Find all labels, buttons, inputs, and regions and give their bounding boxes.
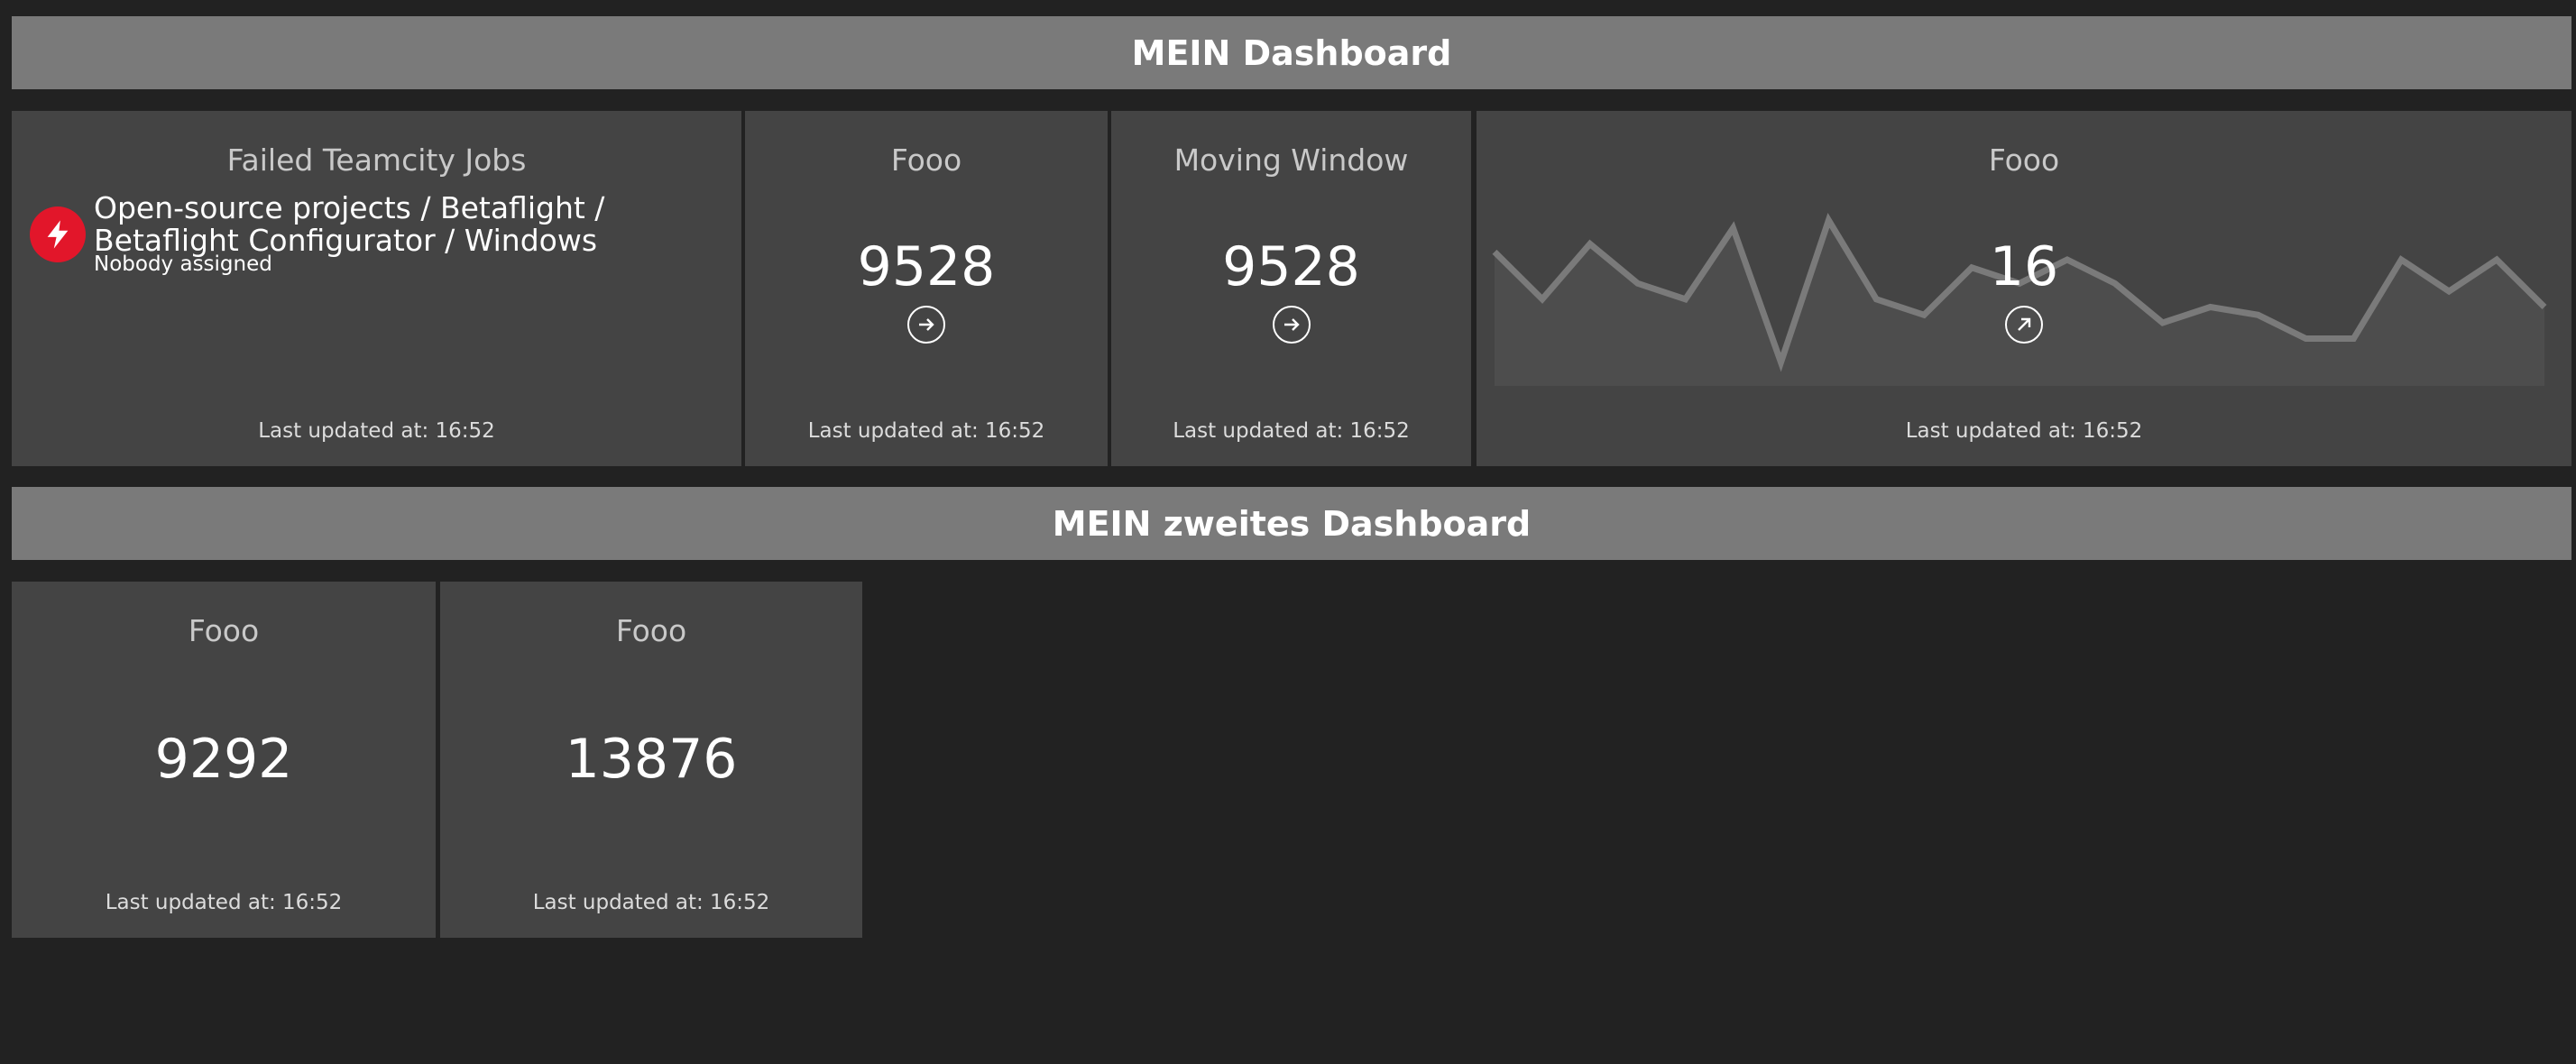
arrow-right-icon bbox=[907, 306, 945, 344]
widget-value: 16 bbox=[1989, 235, 2059, 298]
widget-fooo-number[interactable]: Fooo 9528 Last updated at: 16:52 bbox=[745, 111, 1108, 466]
widget-title: Fooo bbox=[615, 613, 687, 648]
lightning-bolt-icon bbox=[30, 206, 86, 262]
last-updated: Last updated at: 16:52 bbox=[807, 419, 1045, 443]
widget-title: Fooo bbox=[1988, 142, 2060, 178]
widget-value: 9528 bbox=[1222, 235, 1360, 298]
last-updated: Last updated at: 16:52 bbox=[258, 419, 495, 443]
dashboard-title: MEIN Dashboard bbox=[1131, 32, 1452, 73]
widget-title: Fooo bbox=[890, 142, 962, 178]
widget-fooo-graph[interactable]: Fooo 16 Last updated at: 16:52 bbox=[1477, 111, 2571, 466]
arrow-right-icon bbox=[1272, 306, 1311, 344]
widget-fooo-a[interactable]: Fooo 9292 Last updated at: 16:52 bbox=[12, 582, 436, 938]
dashboard-title: MEIN zweites Dashboard bbox=[1052, 503, 1532, 544]
last-updated: Last updated at: 16:52 bbox=[105, 891, 343, 914]
last-updated: Last updated at: 16:52 bbox=[1905, 419, 2143, 443]
dashboard-header-2: MEIN zweites Dashboard bbox=[12, 487, 2571, 560]
job-name[interactable]: Open-source projects / Betaflight / Beta… bbox=[94, 192, 741, 257]
widget-title: Failed Teamcity Jobs bbox=[226, 142, 527, 178]
widget-value: 9528 bbox=[857, 235, 996, 298]
widget-fooo-b[interactable]: Fooo 13876 Last updated at: 16:52 bbox=[440, 582, 862, 938]
last-updated: Last updated at: 16:52 bbox=[1173, 419, 1410, 443]
arrow-up-right-icon bbox=[2005, 306, 2043, 344]
widget-value: 9292 bbox=[154, 728, 293, 791]
widget-failed-jobs[interactable]: Failed Teamcity Jobs Open-source project… bbox=[12, 111, 741, 466]
widget-title: Fooo bbox=[188, 613, 260, 648]
widget-title: Moving Window bbox=[1173, 142, 1409, 178]
widget-moving-window[interactable]: Moving Window 9528 Last updated at: 16:5… bbox=[1111, 111, 1471, 466]
dashboard-header-1: MEIN Dashboard bbox=[12, 16, 2571, 89]
last-updated: Last updated at: 16:52 bbox=[532, 891, 770, 914]
widget-value: 13876 bbox=[565, 728, 738, 791]
job-assignee: Nobody assigned bbox=[94, 252, 272, 276]
